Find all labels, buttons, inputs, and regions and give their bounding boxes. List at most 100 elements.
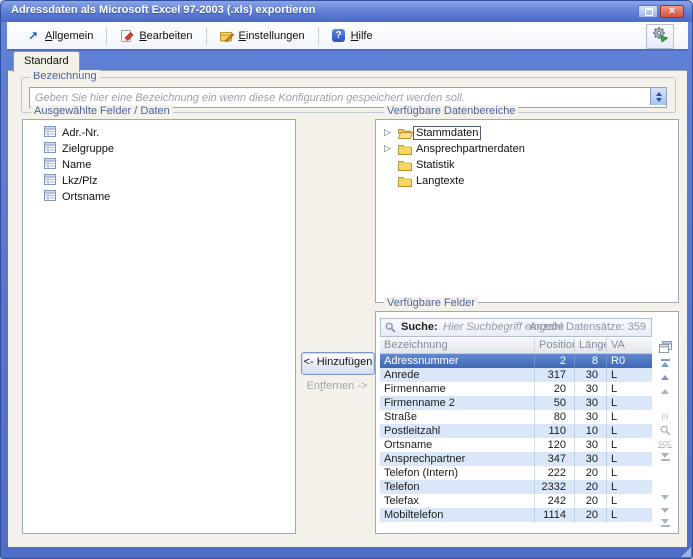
move-down-icon[interactable] bbox=[657, 504, 673, 517]
field-row[interactable]: Mobiltelefon111420L bbox=[380, 508, 652, 522]
field-row[interactable]: Anrede31730L bbox=[380, 368, 652, 382]
menu-einstellungen[interactable]: Einstellungen bbox=[209, 24, 316, 48]
cell-bezeichnung: Telefon (Intern) bbox=[380, 466, 535, 480]
cell-laenge: 30 bbox=[575, 382, 607, 396]
hilfe-icon: ? bbox=[332, 29, 346, 43]
menu-allgemein[interactable]: ↗Allgemein bbox=[15, 24, 104, 48]
close-button[interactable]: × bbox=[660, 5, 684, 18]
selected-field-label: Zielgruppe bbox=[62, 143, 114, 155]
cell-laenge: 30 bbox=[575, 452, 607, 466]
field-row[interactable]: Telefon233220L bbox=[380, 480, 652, 494]
field-row[interactable]: Ortsname12030L bbox=[380, 438, 652, 452]
menu-hilfe[interactable]: ? Hilfe bbox=[321, 24, 384, 48]
cell-position: 222 bbox=[535, 466, 575, 480]
column-header-bezeichnung[interactable]: Bezeichnung bbox=[380, 338, 535, 353]
field-row[interactable]: Adressnummer28R0 bbox=[380, 354, 652, 368]
titlebar[interactable]: Adressdaten als Microsoft Excel 97-2003 … bbox=[1, 1, 692, 22]
grid-side-toolbar: (I) SQL bbox=[655, 338, 677, 530]
toolbar: ↗AllgemeinBearbeiten Einstellungen? Hilfe bbox=[7, 22, 688, 51]
menubar-items: ↗AllgemeinBearbeiten Einstellungen? Hilfe bbox=[15, 22, 384, 49]
data-areas-tree: Verfügbare Datenbereiche ▷Stammdaten▷Ans… bbox=[375, 119, 679, 303]
cell-va: L bbox=[607, 424, 652, 438]
cell-va: L bbox=[607, 438, 652, 452]
search-icon bbox=[385, 322, 396, 336]
remove-button[interactable]: Entfernen -> bbox=[301, 380, 373, 396]
field-row[interactable]: Telefax24220L bbox=[380, 494, 652, 508]
cell-position: 120 bbox=[535, 438, 575, 452]
field-grid-icon bbox=[44, 158, 56, 172]
selected-field-item[interactable]: Name bbox=[23, 157, 295, 173]
field-row[interactable]: Straße8030L bbox=[380, 410, 652, 424]
cell-position: 242 bbox=[535, 494, 575, 508]
cell-position: 80 bbox=[535, 410, 575, 424]
spinner-down-icon bbox=[656, 98, 662, 102]
move-up-icon[interactable] bbox=[657, 371, 673, 384]
field-row[interactable]: Firmenname 25030L bbox=[380, 396, 652, 410]
tree-item-label: Langtexte bbox=[416, 175, 464, 187]
cell-laenge: 30 bbox=[575, 368, 607, 382]
cell-va: L bbox=[607, 508, 652, 522]
cell-bezeichnung: Telefon bbox=[380, 480, 535, 494]
cell-bezeichnung: Firmenname 2 bbox=[380, 396, 535, 410]
tree-item[interactable]: ▷ Stammdaten bbox=[376, 126, 678, 142]
field-row[interactable]: Firmenname2030L bbox=[380, 382, 652, 396]
selected-field-item[interactable]: Lkz/Plz bbox=[23, 173, 295, 189]
selected-field-label: Name bbox=[62, 159, 91, 171]
field-row[interactable]: Postleitzahl11010L bbox=[380, 424, 652, 438]
cell-position: 317 bbox=[535, 368, 575, 382]
folder-icon bbox=[398, 160, 412, 174]
column-header-va[interactable]: VA bbox=[607, 338, 652, 353]
gear-run-icon bbox=[651, 26, 669, 48]
column-header-laenge[interactable]: Länge bbox=[575, 338, 607, 353]
selected-field-item[interactable]: Zielgruppe bbox=[23, 141, 295, 157]
tree-item[interactable]: ▷ Ansprechpartnerdaten bbox=[376, 142, 678, 158]
bracket-filter-icon[interactable]: (I) bbox=[657, 411, 673, 424]
folder-icon bbox=[398, 128, 413, 142]
page-down-icon[interactable] bbox=[657, 491, 673, 504]
cell-laenge: 30 bbox=[575, 438, 607, 452]
cell-laenge: 20 bbox=[575, 480, 607, 494]
selected-fields-label: Ausgewählte Felder / Daten bbox=[31, 105, 173, 117]
cell-laenge: 30 bbox=[575, 410, 607, 424]
tree-item[interactable]: Statistik bbox=[376, 158, 678, 174]
search-grid-icon[interactable] bbox=[657, 424, 673, 437]
add-button[interactable]: <- Hinzufügen bbox=[301, 352, 375, 375]
record-count: Anzahl Datensätze: 359 bbox=[529, 321, 646, 333]
column-chooser-icon[interactable] bbox=[657, 340, 673, 353]
page-up-icon[interactable] bbox=[657, 385, 673, 398]
expander-icon[interactable]: ▷ bbox=[384, 127, 394, 138]
move-first-icon[interactable] bbox=[657, 356, 673, 369]
cell-laenge: 8 bbox=[575, 354, 607, 368]
resize-grip[interactable] bbox=[681, 547, 691, 557]
field-row[interactable]: Telefon (Intern)22220L bbox=[380, 466, 652, 480]
tree-item-label: Ansprechpartnerdaten bbox=[416, 143, 525, 155]
expander-icon[interactable]: ▷ bbox=[384, 143, 394, 154]
bezeichnung-spinner[interactable] bbox=[650, 88, 666, 105]
run-export-button[interactable] bbox=[646, 24, 674, 49]
selected-field-item[interactable]: Adr.-Nr. bbox=[23, 125, 295, 141]
data-areas-label: Verfügbare Datenbereiche bbox=[384, 105, 518, 117]
folder-icon bbox=[398, 144, 412, 158]
search-input[interactable]: Suche: Hier Suchbegriff eingebe Anzahl D… bbox=[380, 318, 652, 337]
tab-standard[interactable]: Standard bbox=[13, 51, 80, 72]
column-header-position[interactable]: Position bbox=[535, 338, 575, 353]
menu-label: Allgemein bbox=[45, 30, 93, 42]
sql-icon[interactable]: SQL bbox=[657, 438, 673, 451]
tree-item-label: Stammdaten bbox=[413, 126, 481, 140]
cell-va: L bbox=[607, 466, 652, 480]
field-row[interactable]: Ansprechpartner34730L bbox=[380, 452, 652, 466]
spinner-up-icon bbox=[656, 92, 662, 96]
restore-button[interactable] bbox=[638, 5, 658, 18]
cell-va: L bbox=[607, 480, 652, 494]
field-grid-icon bbox=[44, 126, 56, 140]
selected-field-item[interactable]: Ortsname bbox=[23, 189, 295, 205]
cell-laenge: 30 bbox=[575, 396, 607, 410]
tree-item[interactable]: Langtexte bbox=[376, 174, 678, 190]
filter-icon[interactable] bbox=[657, 451, 673, 464]
cell-va: L bbox=[607, 452, 652, 466]
menu-bearbeiten[interactable]: Bearbeiten bbox=[109, 24, 203, 48]
menu-label: Hilfe bbox=[351, 30, 373, 42]
cell-laenge: 10 bbox=[575, 424, 607, 438]
menu-label: Einstellungen bbox=[239, 30, 305, 42]
move-last-icon[interactable] bbox=[657, 517, 673, 530]
